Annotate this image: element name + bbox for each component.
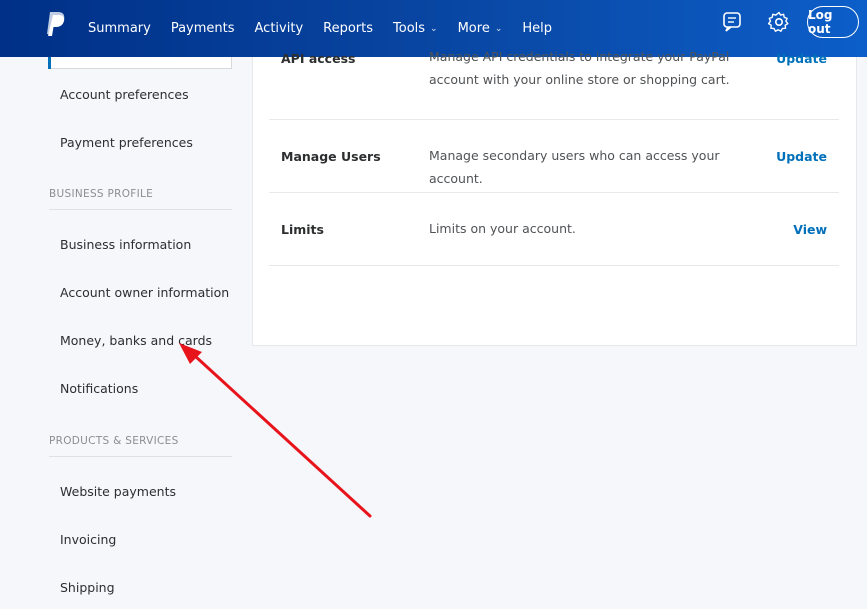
- annotation-arrow: [179, 343, 372, 518]
